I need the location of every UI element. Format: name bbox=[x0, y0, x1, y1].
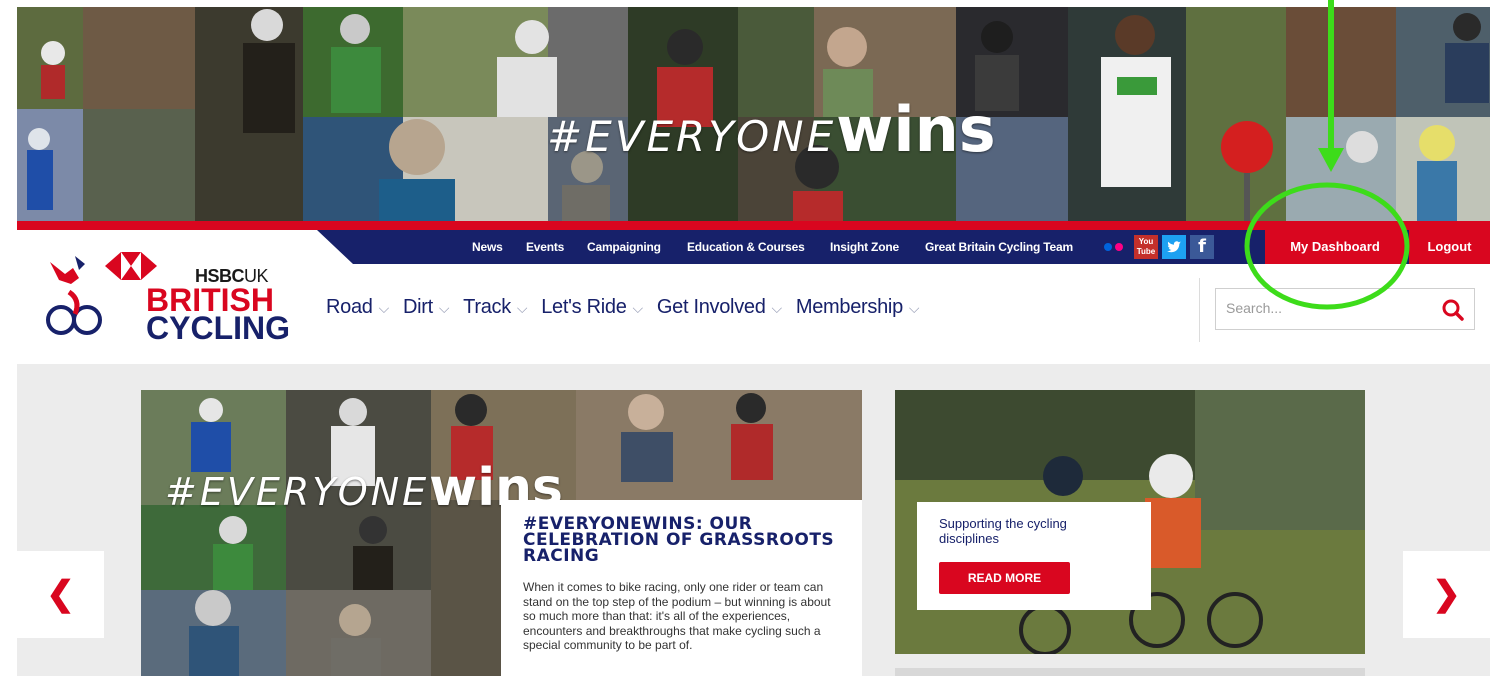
secondary-promo-title[interactable]: Supporting the cycling disciplines bbox=[939, 516, 1129, 546]
chevron-down-icon: ⌵ bbox=[908, 300, 920, 316]
feature-story-title[interactable]: #EVERYONEWINS: OUR CELEBRATION OF GRASSR… bbox=[523, 516, 840, 565]
facebook-icon[interactable]: f bbox=[1190, 235, 1214, 259]
search-input[interactable] bbox=[1216, 289, 1416, 327]
nav-item-membership[interactable]: Membership ⌵ bbox=[796, 296, 920, 319]
twitter-icon[interactable] bbox=[1162, 235, 1186, 259]
nav-item-get-involved[interactable]: Get Involved ⌵ bbox=[657, 296, 782, 319]
chevron-down-icon: ⌵ bbox=[771, 300, 783, 316]
search-field bbox=[1215, 288, 1433, 330]
search-button[interactable] bbox=[1432, 288, 1475, 330]
util-link-insight-zone[interactable]: Insight Zone bbox=[830, 240, 899, 254]
chevron-down-icon: ⌵ bbox=[516, 300, 528, 316]
nav-divider bbox=[1199, 278, 1200, 342]
read-more-button[interactable]: READ MORE bbox=[939, 562, 1070, 594]
nav-item-dirt[interactable]: Dirt ⌵ bbox=[403, 296, 450, 319]
logout-button[interactable]: Logout bbox=[1409, 230, 1490, 264]
util-link-news[interactable]: News bbox=[472, 240, 503, 254]
carousel-next-button[interactable]: ❯ bbox=[1403, 551, 1490, 638]
logo-text-cycling: CYCLING bbox=[146, 310, 290, 346]
feature-story-body: When it comes to bike racing, only one r… bbox=[523, 580, 831, 652]
british-cycling-logo[interactable]: HSBCUK BRITISH CYCLING bbox=[45, 244, 290, 344]
search-icon bbox=[1442, 299, 1464, 321]
chevron-down-icon: ⌵ bbox=[632, 300, 644, 316]
feature-story-card[interactable]: #EVERYONEWINS: OUR CELEBRATION OF GRASSR… bbox=[501, 500, 862, 676]
hero-hashtag: #EVERYONEwins bbox=[547, 93, 996, 166]
chevron-down-icon: ⌵ bbox=[438, 300, 450, 316]
chevron-down-icon: ⌵ bbox=[378, 300, 390, 316]
carousel-section: #EVERYONEwins #EVERYONEWINS: OUR CELEBRA… bbox=[17, 364, 1490, 676]
flickr-icon[interactable] bbox=[1104, 243, 1126, 251]
chevron-right-icon: ❯ bbox=[1432, 575, 1461, 613]
util-link-gb-cycling-team[interactable]: Great Britain Cycling Team bbox=[925, 240, 1073, 254]
secondary-slide[interactable]: Supporting the cycling disciplines READ … bbox=[895, 390, 1365, 654]
feature-slide[interactable]: #EVERYONEwins #EVERYONEWINS: OUR CELEBRA… bbox=[141, 390, 862, 676]
nav-item-road[interactable]: Road ⌵ bbox=[326, 296, 389, 319]
site-header: News Events Campaigning Education & Cour… bbox=[17, 230, 1490, 364]
util-link-events[interactable]: Events bbox=[526, 240, 564, 254]
util-link-education-courses[interactable]: Education & Courses bbox=[687, 240, 805, 254]
main-nav: Road ⌵ Dirt ⌵ Track ⌵ Let's Ride ⌵ Get Invol… bbox=[326, 296, 933, 319]
chevron-left-icon: ❮ bbox=[46, 575, 75, 613]
header-red-strip bbox=[17, 221, 1490, 230]
nav-item-track[interactable]: Track ⌵ bbox=[463, 296, 527, 319]
util-link-campaigning[interactable]: Campaigning bbox=[587, 240, 661, 254]
secondary-slide-next bbox=[895, 668, 1365, 676]
secondary-promo-card: Supporting the cycling disciplines READ … bbox=[917, 502, 1151, 610]
my-dashboard-button[interactable]: My Dashboard bbox=[1265, 230, 1405, 264]
nav-item-lets-ride[interactable]: Let's Ride ⌵ bbox=[541, 296, 643, 319]
youtube-icon[interactable]: You Tube bbox=[1134, 235, 1158, 259]
hero-banner: #EVERYONEwins bbox=[17, 7, 1490, 221]
carousel-prev-button[interactable]: ❮ bbox=[17, 551, 104, 638]
